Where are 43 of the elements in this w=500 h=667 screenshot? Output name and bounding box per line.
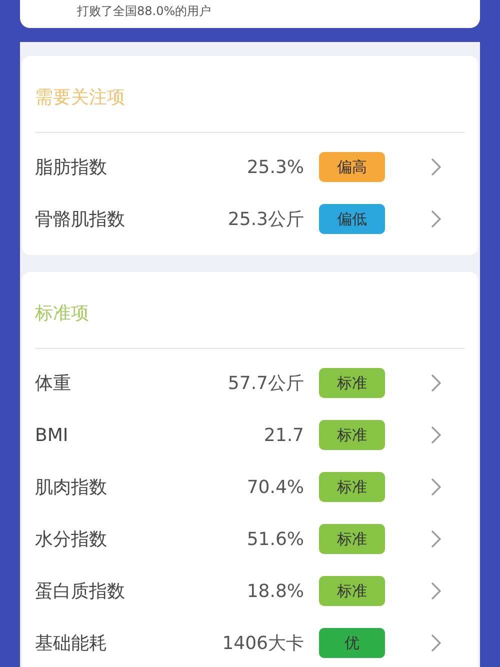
metric-value: 51.6% <box>246 528 304 550</box>
metric-name: 体重 <box>35 372 72 395</box>
metric-value: 25.3% <box>246 156 304 178</box>
section-title: 标准项 <box>35 302 90 326</box>
metric-name: 肌肉指数 <box>35 476 108 499</box>
status-tag: 标准 <box>319 472 385 502</box>
chevron-right-icon <box>431 210 441 228</box>
metric-value: 1406大卡 <box>221 632 304 655</box>
metric-name: 水分指数 <box>35 528 108 551</box>
chevron-right-icon <box>431 478 441 496</box>
metric-value: 25.3公斤 <box>226 208 304 231</box>
metric-row[interactable]: 体重 57.7公斤 标准 <box>35 357 465 409</box>
status-tag: 优 <box>319 628 385 658</box>
status-tag: 标准 <box>319 420 385 450</box>
metric-row[interactable]: 蛋白质指数 18.8% 标准 <box>35 565 465 617</box>
status-tag: 标准 <box>319 368 385 398</box>
chevron-right-icon <box>431 426 441 444</box>
metric-name: 基础能耗 <box>35 632 108 655</box>
metric-row[interactable]: 基础能耗 1406大卡 优 <box>35 617 465 667</box>
metric-name: 骨骼肌指数 <box>35 208 126 231</box>
chevron-right-icon <box>431 530 441 548</box>
section-title: 需要关注项 <box>35 86 126 110</box>
metric-name: 蛋白质指数 <box>35 580 126 603</box>
metric-value: 21.7 <box>262 424 304 446</box>
status-tag: 偏低 <box>319 204 385 234</box>
chevron-right-icon <box>431 374 441 392</box>
chevron-right-icon <box>431 158 441 176</box>
chevron-right-icon <box>431 582 441 600</box>
status-tag: 标准 <box>319 524 385 554</box>
status-tag: 标准 <box>319 576 385 606</box>
metric-row[interactable]: 骨骼肌指数 25.3公斤 偏低 <box>35 193 465 245</box>
metric-row[interactable]: 肌肉指数 70.4% 标准 <box>35 461 465 513</box>
summary-text: 打败了全国88.0%的用户 <box>77 4 212 18</box>
metric-value: 57.7公斤 <box>226 372 304 395</box>
metric-row[interactable]: 脂肪指数 25.3% 偏高 <box>35 141 465 193</box>
metric-value: 18.8% <box>246 580 304 602</box>
metric-row[interactable]: 水分指数 51.6% 标准 <box>35 513 465 565</box>
status-tag: 偏高 <box>319 152 385 182</box>
metric-name: 脂肪指数 <box>35 156 108 179</box>
metric-name: BMI <box>35 424 70 446</box>
chevron-right-icon <box>431 634 441 652</box>
metric-row[interactable]: BMI 21.7 标准 <box>35 409 465 461</box>
metric-value: 70.4% <box>246 476 304 498</box>
